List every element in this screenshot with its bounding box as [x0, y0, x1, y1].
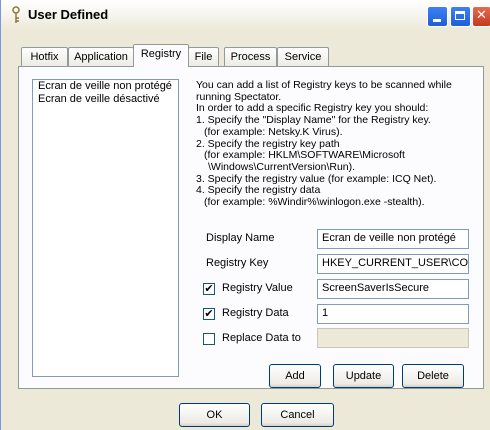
registry-value-label: Registry Value [222, 282, 293, 294]
update-button[interactable]: Update [333, 364, 394, 388]
user-defined-dialog: User Defined ✕ Hotfix Application Regist… [0, 0, 490, 430]
window-title: User Defined [28, 7, 109, 22]
instruction-line: (for example: %Windir%\winlogon.exe -ste… [204, 196, 425, 209]
instruction-line: \Windows\CurrentVersion\Run). [208, 160, 356, 173]
registry-data-field[interactable]: 1 [317, 304, 469, 324]
tab-file[interactable]: File [188, 47, 219, 66]
close-icon: ✕ [476, 8, 487, 23]
list-item[interactable]: Ecran de veille non protégé [33, 80, 178, 93]
tab-hotfix[interactable]: Hotfix [21, 47, 68, 66]
registry-key-icon [12, 6, 20, 23]
maximize-button[interactable] [450, 6, 471, 27]
instruction-line: (for example: Netsky.K Virus). [204, 125, 343, 138]
instruction-line: You can add a list of Registry keys to b… [196, 79, 452, 91]
replace-data-label: Replace Data to [222, 332, 301, 344]
list-item[interactable]: Ecran de veille désactivé [33, 93, 178, 106]
registry-data-label: Registry Data [222, 307, 289, 319]
replace-data-field[interactable] [317, 328, 469, 348]
minimize-icon [433, 19, 441, 22]
title-bar[interactable]: User Defined ✕ [1, 0, 490, 30]
registry-entries-list[interactable]: Ecran de veille non protégé Ecran de vei… [32, 79, 179, 377]
delete-button[interactable]: Delete [402, 364, 464, 388]
ok-button[interactable]: OK [179, 403, 250, 427]
registry-value-checkbox[interactable]: ✔ [203, 283, 215, 295]
registry-key-label: Registry Key [206, 257, 269, 269]
tab-registry[interactable]: Registry [133, 44, 189, 67]
maximize-icon [455, 11, 465, 20]
display-name-label: Display Name [206, 232, 275, 244]
registry-data-checkbox[interactable]: ✔ [203, 308, 215, 320]
cancel-button[interactable]: Cancel [261, 403, 334, 427]
tab-application[interactable]: Application [68, 47, 134, 66]
instructions-text: You can add a list of Registry keys to b… [196, 79, 476, 209]
registry-value-field[interactable]: ScreenSaverIsSecure [317, 279, 469, 299]
replace-data-checkbox[interactable] [203, 333, 215, 345]
tab-service[interactable]: Service [277, 47, 329, 66]
add-button[interactable]: Add [269, 364, 321, 388]
close-button[interactable]: ✕ [472, 6, 490, 27]
tab-process[interactable]: Process [224, 47, 277, 66]
minimize-button[interactable] [427, 6, 448, 27]
display-name-field[interactable]: Ecran de veille non protégé [317, 229, 469, 249]
registry-key-field[interactable]: HKEY_CURRENT_USER\CO [317, 254, 469, 274]
